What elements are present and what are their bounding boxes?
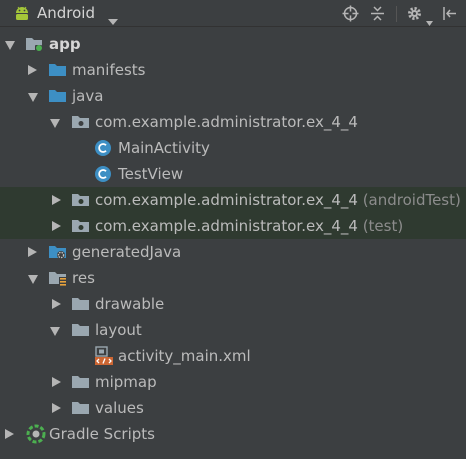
tree-item-label: java: [72, 87, 104, 105]
expand-arrow-icon[interactable]: [5, 41, 15, 50]
source-set-suffix: (test): [362, 217, 404, 235]
expand-arrow-icon[interactable]: [52, 195, 61, 205]
package-icon: [71, 217, 91, 239]
target-icon[interactable]: [342, 5, 359, 26]
tree-item-label: app: [49, 35, 81, 53]
package-icon: [71, 113, 91, 135]
folder-icon: [71, 399, 91, 421]
project-view-toolbar: Android: [0, 0, 466, 27]
tree-item-label: MainActivity: [118, 139, 210, 157]
expand-arrow-icon[interactable]: [52, 221, 61, 231]
tree-item-label: activity_main.xml: [118, 347, 251, 365]
class-icon: [94, 139, 112, 161]
tree-item-mipmap[interactable]: mipmap: [0, 369, 466, 395]
expand-arrow-icon[interactable]: [28, 247, 37, 257]
tree-item-main-activity[interactable]: MainActivity: [0, 135, 466, 161]
tree-item-values[interactable]: values: [0, 395, 466, 421]
module-folder-icon: [25, 35, 45, 57]
folder-icon: [71, 295, 91, 317]
tree-item-label: generatedJava: [72, 243, 182, 261]
tree-item-label: mipmap: [95, 373, 157, 391]
gradle-icon: [26, 424, 46, 448]
tree-item-gradle-scripts[interactable]: Gradle Scripts: [0, 421, 466, 447]
hide-panel-icon[interactable]: [442, 5, 458, 26]
generated-folder-icon: [48, 243, 68, 265]
tree-item-label: TestView: [118, 165, 184, 183]
tree-item-manifests[interactable]: manifests: [0, 57, 466, 83]
android-icon: [13, 5, 31, 26]
expand-arrow-icon[interactable]: [52, 377, 61, 387]
tree-item-java[interactable]: java: [0, 83, 466, 109]
folder-icon: [71, 373, 91, 395]
tree-item-package-android-test[interactable]: com.example.administrator.ex_4_4 (androi…: [0, 187, 466, 213]
package-icon: [71, 191, 91, 213]
folder-icon: [48, 87, 68, 109]
tree-item-label: layout: [95, 321, 142, 339]
package-name: com.example.administrator.ex_4_4: [95, 191, 358, 209]
project-view-selector[interactable]: Android: [37, 3, 95, 23]
expand-arrow-icon[interactable]: [52, 299, 61, 309]
tree-item-layout[interactable]: layout: [0, 317, 466, 343]
expand-arrow-icon[interactable]: [28, 93, 38, 102]
tree-item-label: com.example.administrator.ex_4_4 (androi…: [95, 190, 461, 210]
tree-item-package-test[interactable]: com.example.administrator.ex_4_4 (test): [0, 213, 466, 239]
tree-item-label: res: [72, 269, 95, 287]
tree-item-label: com.example.administrator.ex_4_4 (test): [95, 216, 403, 236]
tree-item-drawable[interactable]: drawable: [0, 291, 466, 317]
settings-icon[interactable]: [406, 5, 423, 26]
tree-item-test-view[interactable]: TestView: [0, 161, 466, 187]
tree-item-label: manifests: [72, 61, 146, 79]
folder-icon: [48, 61, 68, 83]
tree-item-package-main[interactable]: com.example.administrator.ex_4_4: [0, 109, 466, 135]
collapse-all-icon[interactable]: [370, 5, 385, 26]
package-name: com.example.administrator.ex_4_4: [95, 217, 358, 235]
expand-arrow-icon[interactable]: [28, 65, 37, 75]
tree-item-label: com.example.administrator.ex_4_4: [95, 113, 358, 131]
project-tree: app manifests java com.example.administr…: [0, 27, 466, 459]
tree-item-label: values: [95, 399, 144, 417]
tree-item-generated-java[interactable]: generatedJava: [0, 239, 466, 265]
tree-item-label: Gradle Scripts: [49, 425, 155, 443]
resources-folder-icon: [48, 269, 68, 291]
expand-arrow-icon[interactable]: [50, 119, 60, 128]
tree-item-activity-main-xml[interactable]: activity_main.xml: [0, 343, 466, 369]
source-set-suffix: (androidTest): [362, 191, 461, 209]
tree-item-res[interactable]: res: [0, 265, 466, 291]
folder-icon: [71, 321, 91, 343]
tree-item-app[interactable]: app: [0, 31, 466, 57]
expand-arrow-icon[interactable]: [50, 327, 60, 336]
expand-arrow-icon[interactable]: [28, 275, 38, 284]
layout-file-icon: [94, 346, 114, 370]
divider: [396, 6, 397, 22]
expand-arrow-icon[interactable]: [52, 403, 61, 413]
class-icon: [94, 165, 112, 187]
expand-arrow-icon[interactable]: [5, 429, 14, 439]
tree-item-label: drawable: [95, 295, 165, 313]
